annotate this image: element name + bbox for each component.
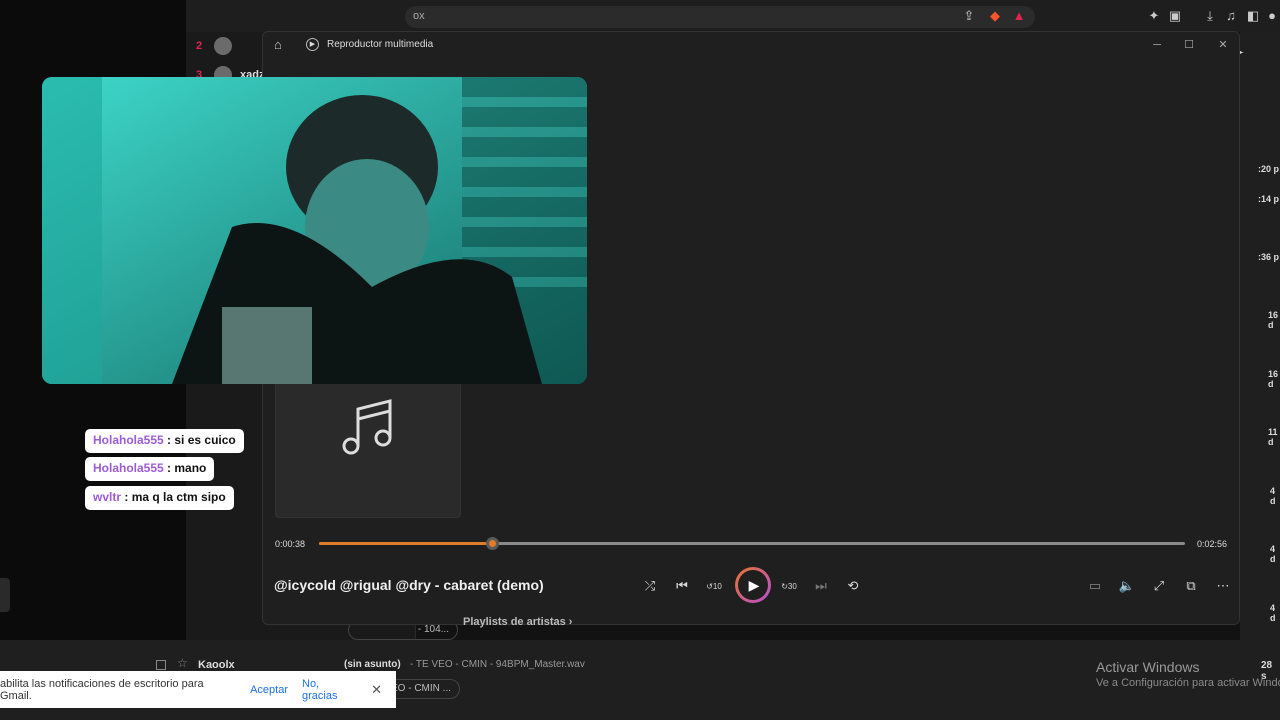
avatar bbox=[214, 37, 232, 55]
chat-message: Holahola555 : si es cuico bbox=[85, 429, 244, 453]
media-icon[interactable]: ♫ bbox=[1223, 8, 1239, 24]
seek-handle[interactable] bbox=[486, 537, 500, 550]
share-icon[interactable]: ⇪ bbox=[961, 8, 977, 24]
mail-subject: (sin asunto) bbox=[344, 659, 401, 670]
shuffle-icon[interactable]: ⤮ bbox=[639, 576, 661, 596]
play-icon: ▶ bbox=[748, 576, 760, 593]
next-icon[interactable]: ⏭ bbox=[810, 576, 832, 596]
player-titlebar: ⌂ ▶ Reproductor multimedia ─ ☐ ✕ bbox=[263, 32, 1239, 58]
gmail-notification-banner: abilita las notificaciones de escritorio… bbox=[0, 671, 396, 708]
media-player-app-icon: ▶ bbox=[306, 38, 319, 51]
mail-time: :20 p bbox=[1258, 164, 1280, 174]
webcam-overlay bbox=[42, 77, 587, 384]
mail-checkbox[interactable] bbox=[156, 660, 166, 670]
mail-time: :14 p bbox=[1258, 194, 1280, 204]
miniplayer-icon[interactable]: ⧉ bbox=[1180, 576, 1202, 596]
sidebar-icon[interactable]: ◧ bbox=[1245, 8, 1261, 24]
extensions-icon[interactable]: ✦ bbox=[1146, 8, 1162, 24]
chat-text: : mano bbox=[167, 461, 207, 475]
seek-bar[interactable] bbox=[319, 537, 1185, 550]
download-icon[interactable]: ⤓ bbox=[1202, 8, 1218, 24]
chat-username: Holahola555 bbox=[93, 461, 164, 475]
chat-message: wvltr : ma q la ctm sipo bbox=[85, 486, 234, 510]
volume-icon[interactable]: 🔈 bbox=[1116, 576, 1138, 596]
track-title: @icycold @rigual @dry - cabaret (demo) bbox=[274, 577, 544, 593]
brave-rewards-icon[interactable]: ▲ bbox=[1011, 8, 1027, 24]
music-note-icon bbox=[342, 399, 392, 455]
album-art-placeholder bbox=[275, 382, 461, 518]
chat-username: wvltr bbox=[93, 490, 122, 504]
seek-progress bbox=[319, 542, 493, 545]
playlists-label: Playlists de artistas bbox=[463, 616, 566, 628]
playlists-link[interactable]: Playlists de artistas › bbox=[463, 616, 572, 628]
attachment-label: - 104... bbox=[417, 624, 449, 635]
address-bar[interactable]: ox bbox=[405, 6, 1035, 28]
maximize-button[interactable]: ☐ bbox=[1182, 38, 1196, 52]
chat-text: : si es cuico bbox=[167, 433, 236, 447]
skip-back-button[interactable]: ↺ 10 bbox=[703, 576, 725, 596]
app-title: Reproductor multimedia bbox=[327, 39, 434, 50]
chat-text: : ma q la ctm sipo bbox=[124, 490, 226, 504]
close-notification-icon[interactable]: ✕ bbox=[371, 682, 382, 698]
star-icon[interactable]: ☆ bbox=[177, 656, 188, 670]
forward-icon: ↻ bbox=[781, 581, 788, 591]
minimize-button[interactable]: ─ bbox=[1150, 38, 1164, 52]
ranking-row: 2 bbox=[196, 33, 232, 59]
webcam-video-frame bbox=[42, 77, 587, 384]
repeat-off-icon[interactable]: ⟲ bbox=[842, 576, 864, 596]
rewind-icon: ↺ bbox=[706, 581, 713, 591]
windows-activation-subtitle: Ve a Configuración para activar Windows. bbox=[1096, 677, 1280, 689]
previous-icon[interactable]: ⏮ bbox=[671, 576, 693, 596]
rank-number: 2 bbox=[196, 40, 203, 52]
chat-username: Holahola555 bbox=[93, 433, 164, 447]
skip-forward-button[interactable]: ↻ 30 bbox=[778, 576, 800, 596]
current-time: 0:00:38 bbox=[275, 539, 306, 549]
mail-time: 4 d bbox=[1270, 544, 1276, 564]
skip-back-seconds: 10 bbox=[712, 581, 722, 591]
mail-time: 4 d bbox=[1270, 603, 1276, 623]
total-time: 0:02:56 bbox=[1196, 539, 1227, 549]
brave-shield-icon[interactable]: ◆ bbox=[987, 8, 1003, 24]
mail-time: 16 d bbox=[1268, 310, 1279, 330]
mail-time: 11 d bbox=[1268, 427, 1278, 447]
skip-forward-seconds: 30 bbox=[787, 581, 797, 591]
home-icon[interactable]: ⌂ bbox=[274, 37, 282, 52]
mail-snippet: - TE VEO - CMIN - 94BPM_Master.wav bbox=[410, 659, 585, 670]
captions-icon[interactable]: ▭ bbox=[1084, 576, 1106, 596]
profile-icon[interactable]: ● bbox=[1264, 8, 1280, 24]
play-button[interactable]: ▶ bbox=[735, 567, 771, 603]
notification-text: abilita las notificaciones de escritorio… bbox=[0, 677, 204, 702]
side-tab[interactable] bbox=[0, 578, 10, 612]
more-options-icon[interactable]: ⋯ bbox=[1212, 576, 1234, 596]
fullscreen-icon[interactable]: ⤢ bbox=[1148, 576, 1170, 596]
mail-time: 16 d bbox=[1268, 369, 1279, 389]
decline-button[interactable]: No, gracias bbox=[302, 678, 357, 702]
close-button[interactable]: ✕ bbox=[1216, 38, 1230, 52]
chat-message: Holahola555 : mano bbox=[85, 457, 215, 481]
reader-icon[interactable]: ▣ bbox=[1167, 8, 1183, 24]
url-text: ox bbox=[413, 10, 425, 22]
mail-sender: Kaoolx bbox=[198, 659, 235, 671]
mail-time: :36 p bbox=[1258, 252, 1280, 262]
mail-time: 4 d bbox=[1270, 486, 1276, 506]
windows-activation-title: Activar Windows bbox=[1096, 659, 1200, 675]
accept-button[interactable]: Aceptar bbox=[250, 684, 288, 696]
